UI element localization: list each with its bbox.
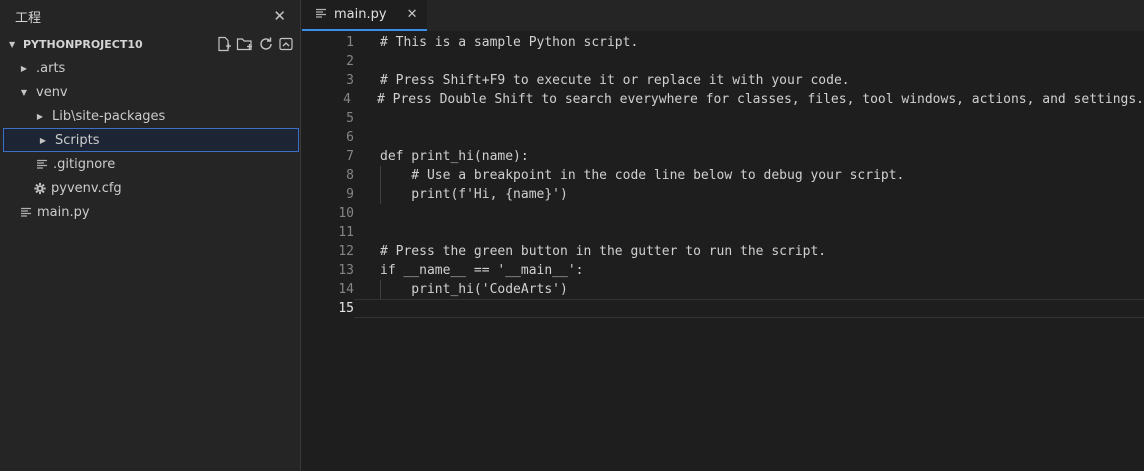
tree-item-lib[interactable]: ▶ Lib\site-packages [0,104,300,128]
close-icon[interactable]: ✕ [273,8,286,24]
tree-item-label: main.py [37,204,90,220]
chevron-down-icon[interactable]: ▼ [9,40,19,49]
line-text[interactable] [354,204,1144,223]
tree-item-label: Lib\site-packages [52,108,166,124]
line-text[interactable] [354,109,1144,128]
text-file-icon [20,207,32,217]
sidebar-title: 工程 [15,10,42,26]
code-line-current: 15 [302,299,1144,318]
line-number: 11 [338,225,354,240]
close-icon[interactable]: ✕ [407,7,418,22]
indent-guide [380,166,381,204]
code-line: 13 if __name__ == '__main__': [302,261,1144,280]
chevron-right-icon[interactable]: ▶ [34,112,46,121]
line-number: 2 [346,54,354,69]
text-file-icon [316,7,326,22]
line-number: 6 [346,130,354,145]
line-number: 13 [338,263,354,278]
tree-item-label: pyvenv.cfg [51,180,122,196]
indent-guide [380,280,381,299]
code-line: 10 [302,204,1144,223]
code-line: 9 print(f'Hi, {name}') [302,185,1144,204]
line-number: 10 [338,206,354,221]
line-number: 8 [346,168,354,183]
tree-item-gitignore[interactable]: .gitignore [0,152,300,176]
line-number: 15 [338,301,354,316]
tree-item-label: .gitignore [53,156,116,172]
new-folder-icon[interactable] [236,36,254,52]
line-number: 5 [346,111,354,126]
code-line: 6 [302,128,1144,147]
refresh-icon[interactable] [258,36,274,52]
line-text[interactable]: print_hi('CodeArts') [354,280,1144,299]
project-name: PYTHONPROJECT10 [23,37,143,51]
chevron-down-icon[interactable]: ▼ [18,88,30,97]
line-text[interactable]: # Press the green button in the gutter t… [354,242,1144,261]
tree-item-pyvenv[interactable]: pyvenv.cfg [0,176,300,200]
project-actions [216,36,294,52]
sidebar-header: 工程 ✕ [0,0,300,32]
tree-item-scripts[interactable]: ▶ Scripts [3,128,299,152]
code-line: 14 print_hi('CodeArts') [302,280,1144,299]
code-line: 2 [302,52,1144,71]
code-line: 4 # Press Double Shift to search everywhe… [302,90,1144,109]
line-number: 1 [346,35,354,50]
code-area[interactable]: 1 # This is a sample Python script. 2 3 # … [302,33,1144,318]
chevron-right-icon[interactable]: ▶ [37,136,49,145]
line-text[interactable]: def print_hi(name): [354,147,1144,166]
line-text[interactable]: # Press Shift+F9 to execute it or replac… [354,71,1144,90]
tab-main-py[interactable]: main.py ✕ [302,0,428,31]
tree-item-venv[interactable]: ▼ venv [0,80,300,104]
line-text[interactable]: # This is a sample Python script. [354,33,1144,52]
chevron-right-icon[interactable]: ▶ [18,64,30,73]
code-line: 5 [302,109,1144,128]
project-root[interactable]: ▼ PYTHONPROJECT10 [0,32,300,56]
code-line: 8 # Use a breakpoint in the code line be… [302,166,1144,185]
line-number: 14 [338,282,354,297]
gear-icon [34,182,46,195]
tree-item-label: Scripts [55,132,100,148]
tree-item-arts[interactable]: ▶ .arts [0,56,300,80]
line-number: 4 [343,92,351,107]
line-text[interactable] [354,299,1144,318]
text-file-icon [36,159,48,169]
tree-item-label: .arts [36,60,66,76]
line-text[interactable] [354,128,1144,147]
line-text[interactable]: if __name__ == '__main__': [354,261,1144,280]
tab-bar: main.py ✕ [302,0,1144,31]
code-line: 1 # This is a sample Python script. [302,33,1144,52]
line-text[interactable]: # Use a breakpoint in the code line belo… [354,166,1144,185]
tree-item-main-py[interactable]: main.py [0,200,300,224]
code-line: 11 [302,223,1144,242]
code-line: 7 def print_hi(name): [302,147,1144,166]
code-line: 12 # Press the green button in the gutter… [302,242,1144,261]
tree-item-label: venv [36,84,68,100]
line-text[interactable] [354,52,1144,71]
line-number: 9 [346,187,354,202]
editor: main.py ✕ 1 # This is a sample Python scr… [302,0,1144,471]
collapse-all-icon[interactable] [278,36,294,52]
line-text[interactable] [354,223,1144,242]
code-line: 3 # Press Shift+F9 to execute it or repla… [302,71,1144,90]
project-sidebar: 工程 ✕ ▼ PYTHONPROJECT10 ▶ .arts ▼ venv ▶ [0,0,301,471]
line-number: 12 [338,244,354,259]
line-number: 3 [346,73,354,88]
tab-label: main.py [334,7,387,22]
line-text[interactable]: print(f'Hi, {name}') [354,185,1144,204]
line-number: 7 [346,149,354,164]
new-file-icon[interactable] [216,36,232,52]
line-text[interactable]: # Press Double Shift to search everywher… [351,90,1144,109]
